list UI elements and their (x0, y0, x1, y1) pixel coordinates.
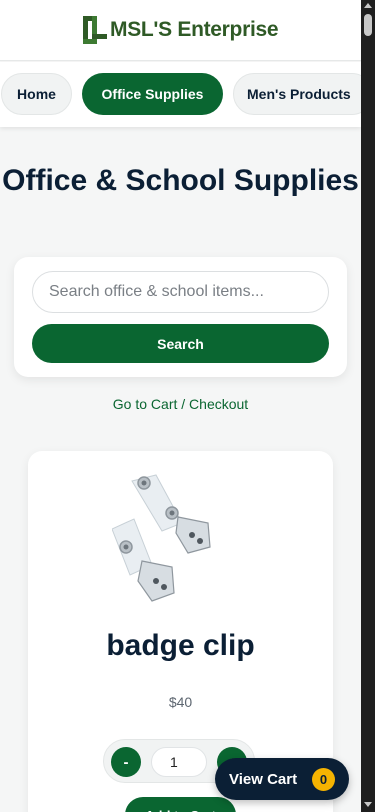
view-cart-label: View Cart (229, 770, 298, 788)
nav-item-office-supplies[interactable]: Office Supplies (82, 73, 223, 115)
site-header: MSL'S Enterprise (0, 0, 361, 61)
add-to-cart-button[interactable]: Add to Cart (125, 797, 236, 812)
view-cart-button[interactable]: View Cart 0 (215, 758, 349, 800)
search-card: Search (14, 257, 347, 377)
scroll-down-icon[interactable] (364, 802, 372, 807)
brand-logo[interactable]: MSL'S Enterprise (82, 13, 279, 47)
scroll-up-icon[interactable] (364, 3, 372, 8)
cart-count-badge: 0 (312, 768, 335, 791)
quantity-input[interactable] (151, 747, 207, 777)
go-to-cart-link[interactable]: Go to Cart / Checkout (0, 396, 361, 412)
category-nav: Home Office Supplies Men's Products (0, 62, 361, 127)
nav-item-home[interactable]: Home (1, 73, 72, 115)
product-price: $40 (168, 694, 193, 710)
brand-name: MSL'S Enterprise (110, 18, 279, 41)
search-button[interactable]: Search (32, 324, 329, 363)
scrollbar[interactable] (361, 0, 375, 812)
scroll-thumb[interactable] (364, 14, 372, 36)
page-title: Office & School Supplies (2, 164, 359, 197)
search-input[interactable] (32, 271, 329, 313)
decrease-quantity-button[interactable]: - (111, 747, 141, 777)
product-name[interactable]: badge clip (28, 629, 333, 663)
product-image[interactable] (112, 469, 252, 609)
logo-mark-icon (83, 16, 107, 44)
page-viewport: MSL'S Enterprise Home Office Supplies Me… (0, 0, 361, 812)
nav-item-mens-products[interactable]: Men's Products (233, 73, 361, 115)
